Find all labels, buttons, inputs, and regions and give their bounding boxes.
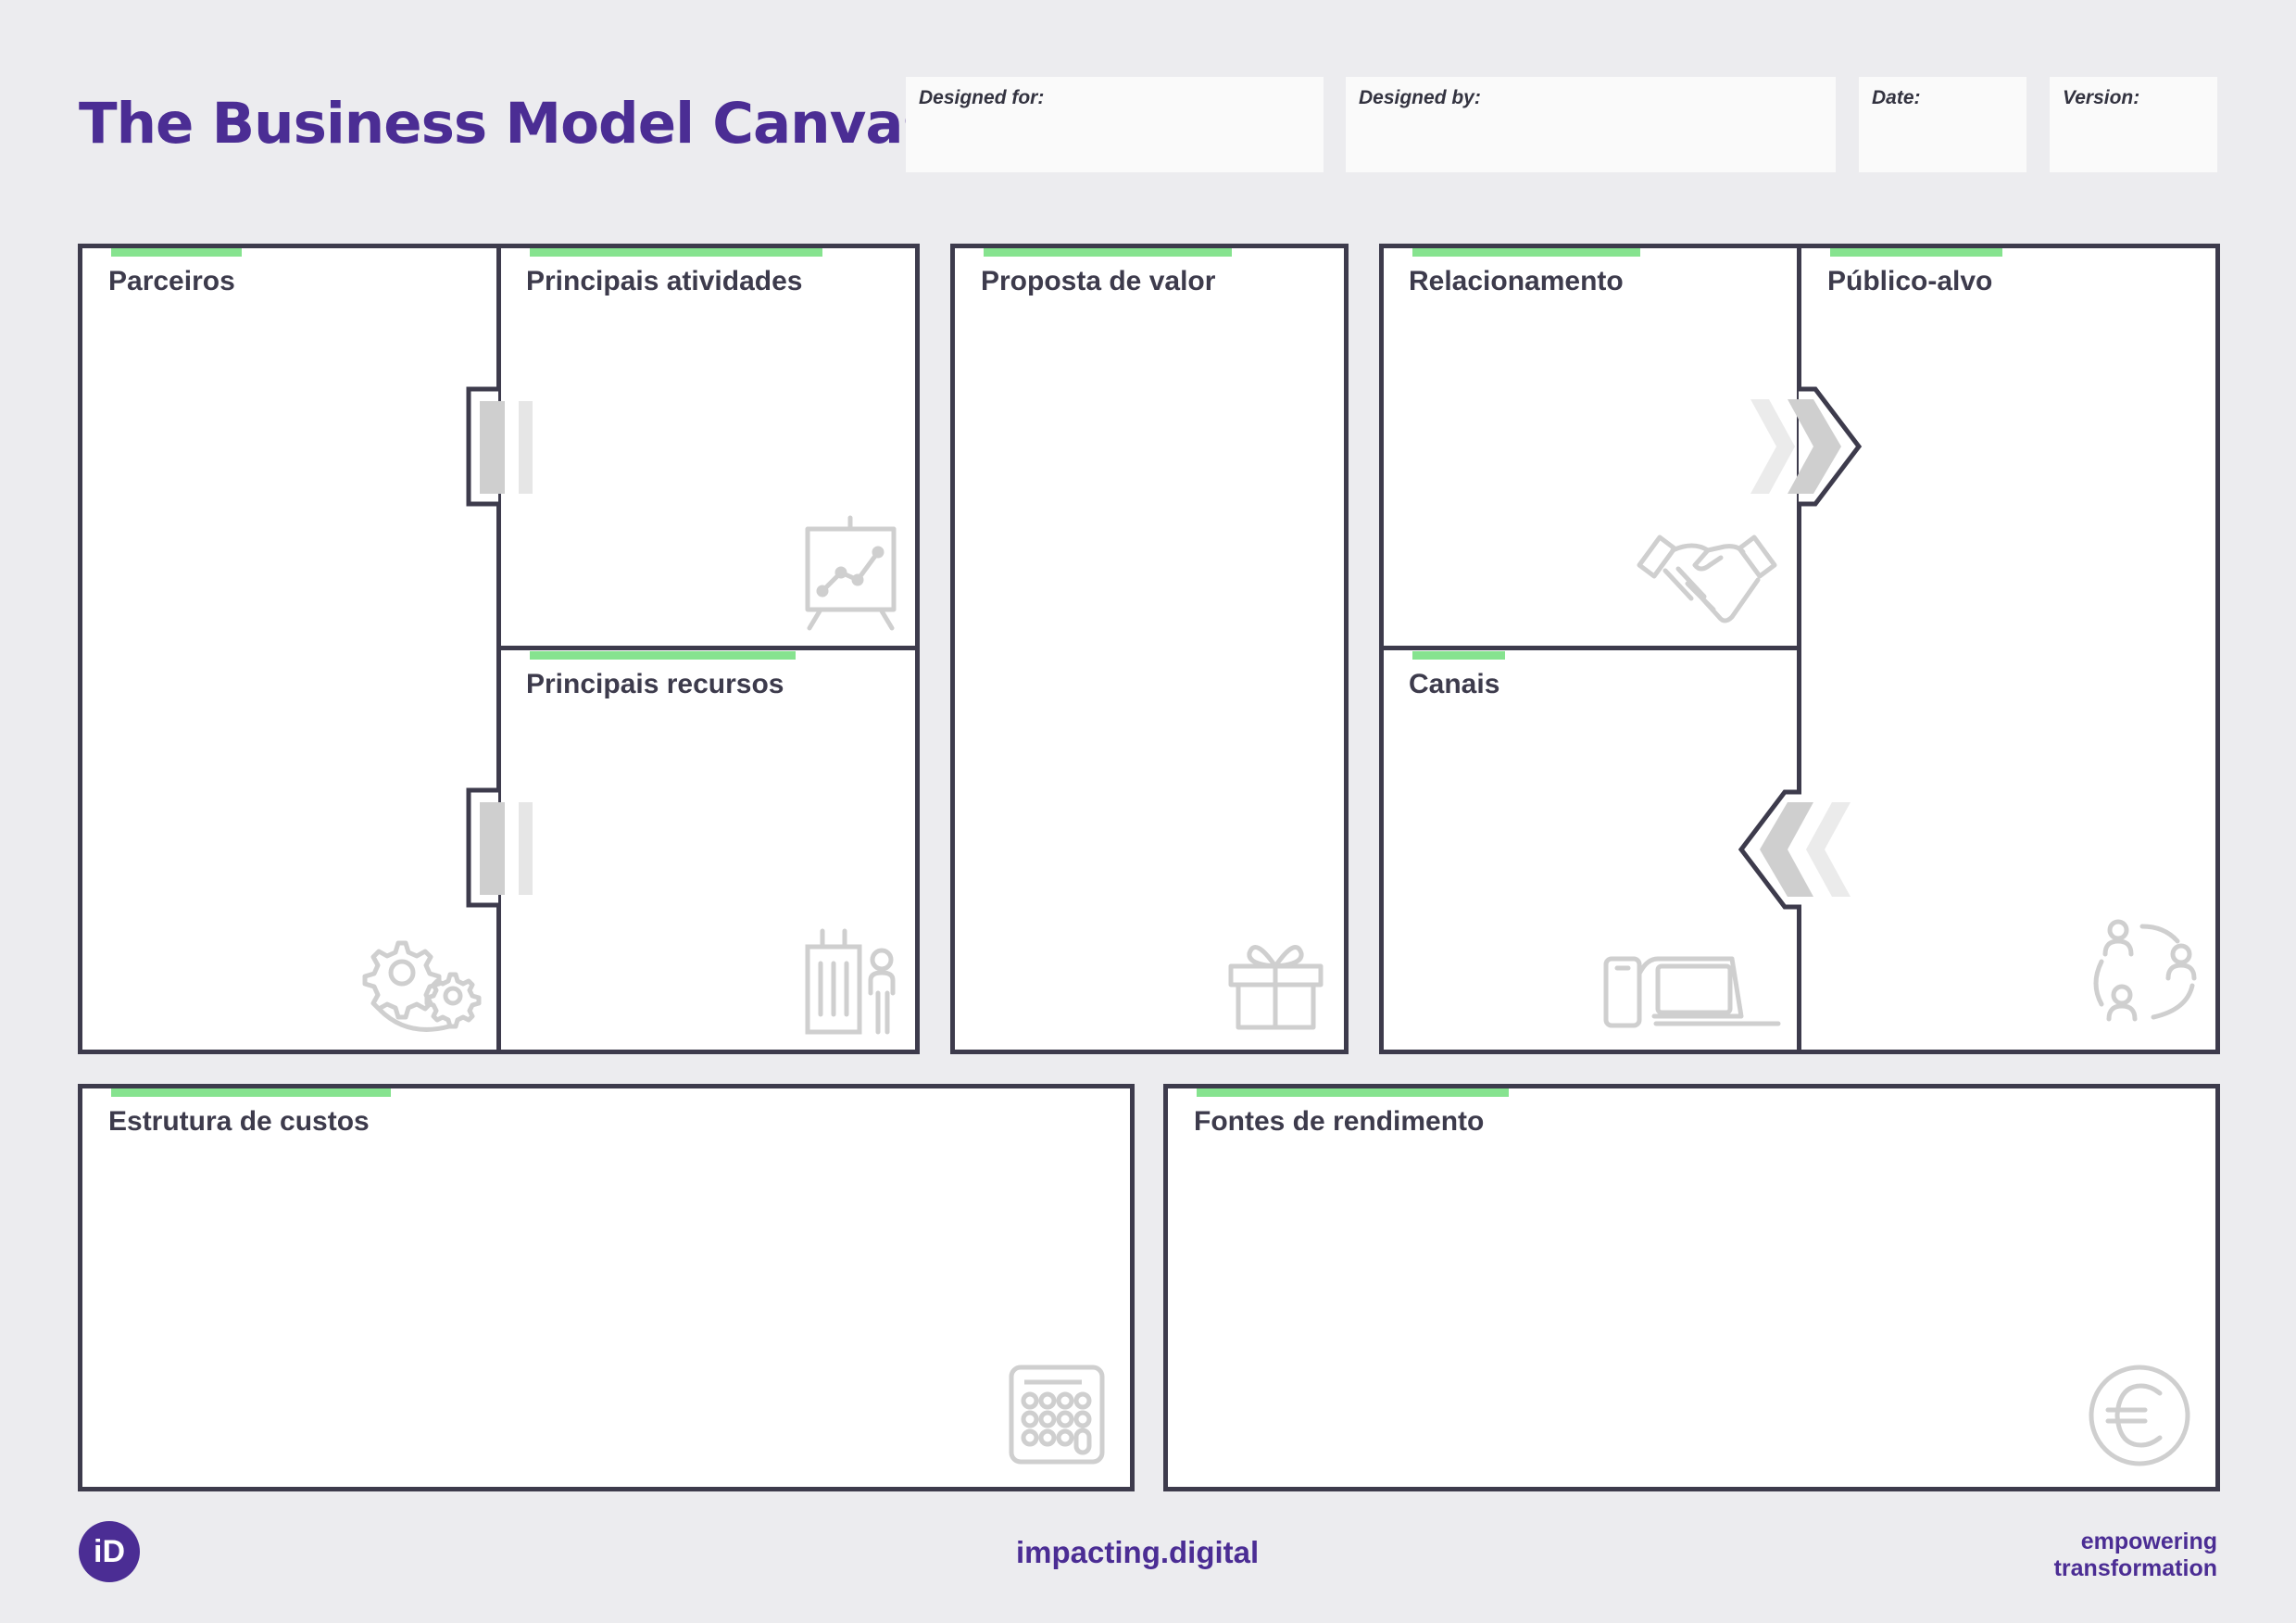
designed-by-field[interactable]: Designed by: — [1346, 77, 1836, 172]
connector-tab-icon — [466, 787, 533, 908]
divider-horizontal — [496, 646, 920, 650]
footer-tagline: empowering transformation — [2054, 1529, 2217, 1582]
designed-for-field[interactable]: Designed for: — [906, 77, 1324, 172]
block-title-fontes-de-rendimento: Fontes de rendimento — [1194, 1106, 1485, 1137]
connector-tab-icon — [466, 386, 533, 507]
accent-bar — [1197, 1088, 1509, 1097]
people-cycle-icon — [2093, 919, 2197, 1022]
designed-by-label: Designed by: — [1359, 87, 1481, 108]
euro-coin-icon — [2089, 1365, 2190, 1466]
block-title-publico-alvo: Público-alvo — [1827, 266, 1993, 296]
tagline-line-1: empowering — [2080, 1529, 2217, 1554]
accent-bar — [111, 248, 242, 257]
accent-bar — [1412, 651, 1505, 660]
footer-website[interactable]: impacting.digital — [1016, 1535, 1259, 1570]
divider-horizontal — [1379, 646, 1801, 650]
date-label: Date: — [1872, 87, 1921, 108]
tagline-line-2: transformation — [2053, 1555, 2217, 1581]
page-title: The Business Model Canvas — [79, 91, 936, 157]
date-field[interactable]: Date: — [1859, 77, 2026, 172]
block-title-parceiros: Parceiros — [108, 266, 235, 296]
gift-icon — [1228, 945, 1324, 1030]
version-field[interactable]: Version: — [2050, 77, 2217, 172]
block-title-estrutura-de-custos: Estrutura de custos — [108, 1106, 370, 1137]
accent-bar — [111, 1088, 391, 1097]
accent-bar — [1412, 248, 1640, 257]
accent-bar — [530, 651, 796, 660]
version-label: Version: — [2063, 87, 2140, 108]
block-title-relacionamento: Relacionamento — [1409, 266, 1624, 296]
block-title-principais-recursos: Principais recursos — [526, 669, 784, 699]
gears-icon — [362, 940, 482, 1032]
designed-for-label: Designed for: — [919, 87, 1045, 108]
building-person-icon — [805, 928, 896, 1035]
devices-icon — [1603, 956, 1781, 1028]
accent-bar — [984, 248, 1232, 257]
impacting-digital-logo[interactable]: iD — [79, 1521, 140, 1582]
block-title-canais: Canais — [1409, 669, 1500, 699]
handshake-icon — [1637, 535, 1777, 623]
cost-structure-block — [78, 1084, 1135, 1491]
calculator-icon — [1009, 1365, 1105, 1465]
accent-bar — [530, 248, 822, 257]
chevron-left-connector-icon — [1738, 789, 1851, 910]
block-title-proposta-de-valor: Proposta de valor — [981, 266, 1216, 296]
chevron-right-connector-icon — [1750, 386, 1863, 507]
block-title-principais-atividades: Principais atividades — [526, 266, 803, 296]
accent-bar — [1830, 248, 2002, 257]
revenue-streams-block — [1163, 1084, 2220, 1491]
presentation-chart-icon — [805, 515, 897, 631]
logo-text: iD — [94, 1533, 125, 1569]
value-proposition-block — [950, 244, 1349, 1054]
